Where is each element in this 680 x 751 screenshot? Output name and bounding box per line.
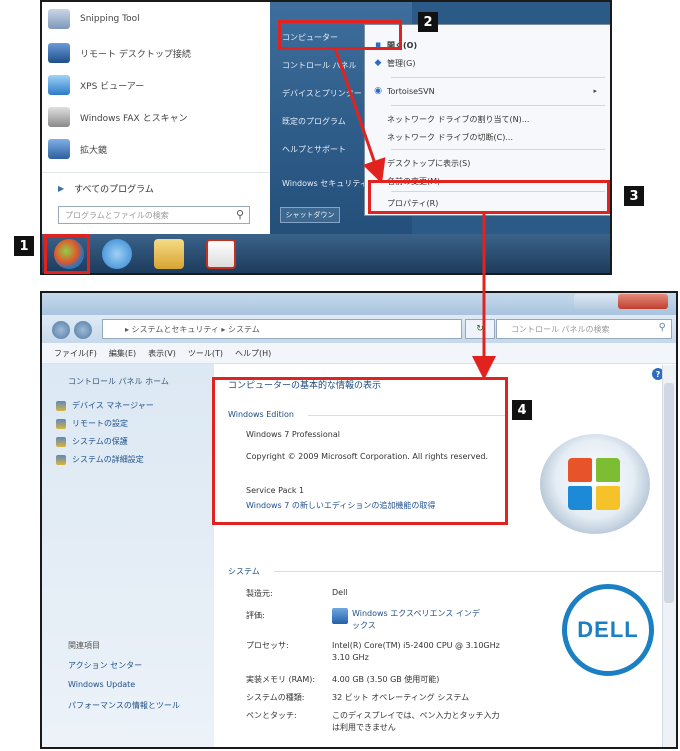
step-badge-2: 2	[418, 12, 438, 32]
annotation-arrows	[333, 47, 496, 380]
step-badge-4: 4	[512, 400, 532, 420]
highlight-windows-edition	[212, 377, 508, 525]
arrow-step2-to-step3	[333, 47, 386, 184]
step-badge-1: 1	[14, 236, 34, 256]
step-badge-3: 3	[624, 186, 644, 206]
highlight-start-button	[44, 234, 90, 274]
highlight-computer-item	[278, 20, 402, 50]
highlight-properties-item	[368, 180, 610, 214]
